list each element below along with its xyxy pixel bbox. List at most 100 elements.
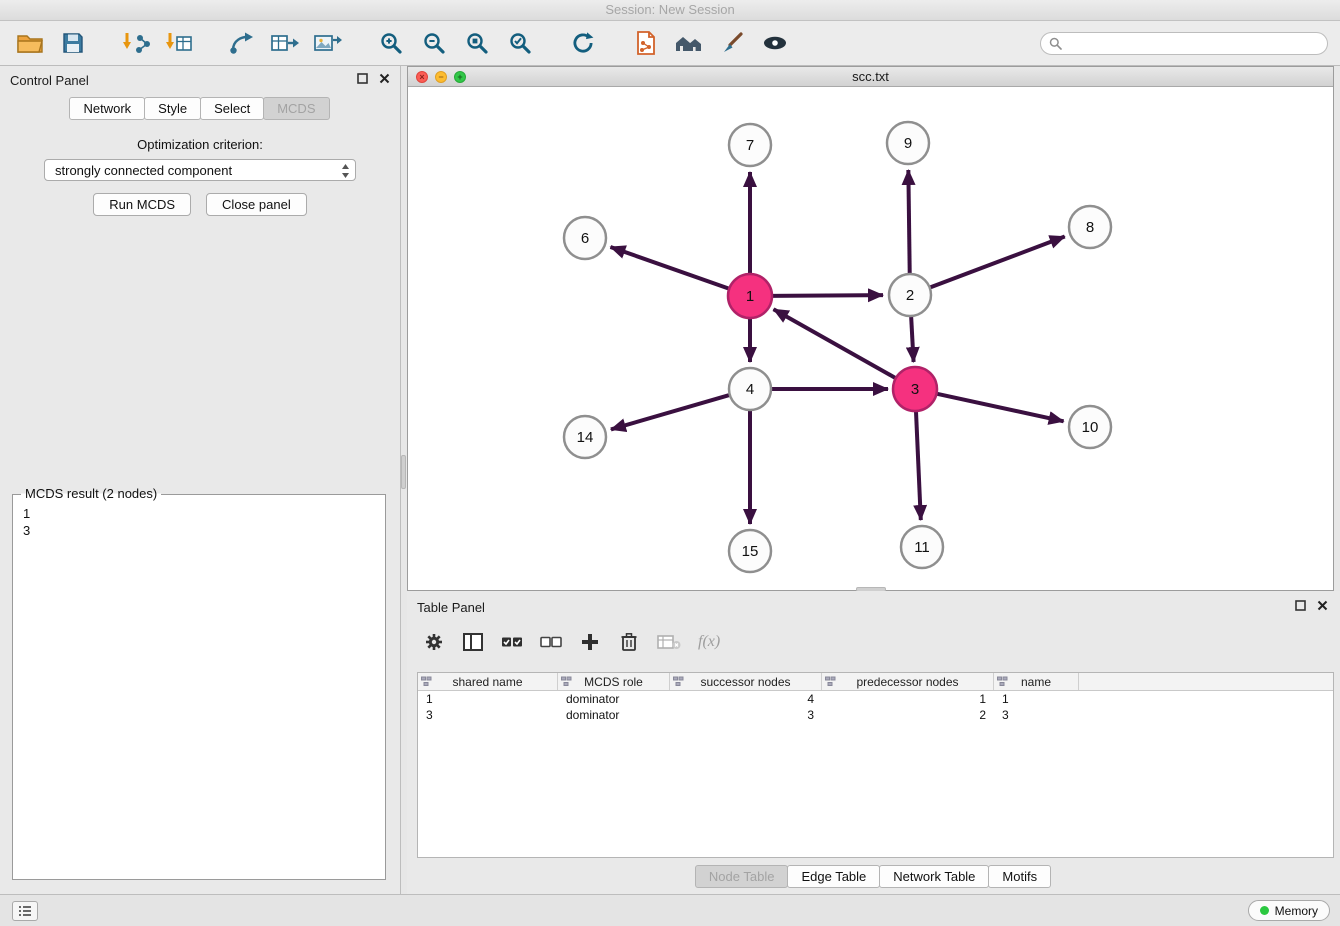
import-network-icon — [121, 30, 151, 56]
close-panel-icon[interactable] — [379, 73, 390, 84]
graph-edge-3-11[interactable] — [916, 411, 921, 520]
column-header-shared-name[interactable]: shared name — [418, 673, 558, 690]
main-toolbar — [0, 21, 1340, 66]
copy-view-button[interactable] — [628, 26, 664, 60]
graph-node-11[interactable]: 11 — [901, 526, 943, 568]
tab-network-table[interactable]: Network Table — [879, 865, 989, 888]
table-row[interactable]: 3dominator323 — [418, 707, 1333, 723]
graph-node-15[interactable]: 15 — [729, 530, 771, 572]
close-window-button[interactable] — [416, 71, 428, 83]
zoom-out-icon — [422, 31, 446, 55]
vertical-splitter-handle[interactable] — [401, 455, 406, 489]
export-image-icon — [313, 31, 343, 55]
maximize-window-button[interactable] — [454, 71, 466, 83]
graph-node-6[interactable]: 6 — [564, 217, 606, 259]
tab-style[interactable]: Style — [144, 97, 201, 120]
deselect-all-columns-button[interactable] — [540, 635, 562, 649]
function-builder-button[interactable]: f(x) — [698, 633, 720, 651]
memory-status-icon — [1260, 906, 1269, 915]
zoom-out-button[interactable] — [416, 26, 452, 60]
graph-node-4[interactable]: 4 — [729, 368, 771, 410]
control-panel-tabs: NetworkStyleSelectMCDS — [0, 97, 400, 120]
share-arrows-icon — [228, 31, 256, 55]
graph-node-10[interactable]: 10 — [1069, 406, 1111, 448]
node-table: shared nameMCDS rolesuccessor nodesprede… — [417, 672, 1334, 858]
table-panel-title: Table Panel — [417, 600, 485, 615]
delete-column-button[interactable] — [618, 632, 640, 652]
new-network-button[interactable] — [224, 26, 260, 60]
network-window-titlebar[interactable]: scc.txt — [408, 67, 1333, 87]
apply-layout-button[interactable] — [565, 26, 601, 60]
export-table-button[interactable] — [267, 26, 303, 60]
task-history-button[interactable] — [12, 901, 38, 921]
column-header-successor-nodes[interactable]: successor nodes — [670, 673, 822, 690]
plus-icon — [581, 633, 599, 651]
graph-node-3[interactable]: 3 — [893, 367, 937, 411]
table-row[interactable]: 1dominator411 — [418, 691, 1333, 707]
graph-node-label: 10 — [1082, 419, 1099, 436]
graph-edge-1-6[interactable] — [610, 247, 729, 289]
chevron-updown-icon — [341, 163, 350, 179]
graph-node-8[interactable]: 8 — [1069, 206, 1111, 248]
show-hide-button[interactable] — [757, 26, 793, 60]
graph-node-label: 6 — [581, 230, 589, 247]
graph-edge-1-2[interactable] — [772, 295, 883, 296]
graph-edge-4-14[interactable] — [611, 395, 729, 429]
graph-node-14[interactable]: 14 — [564, 416, 606, 458]
mcds-result-line: 1 — [23, 505, 375, 522]
column-header-MCDS-role[interactable]: MCDS role — [558, 673, 670, 690]
network-canvas[interactable]: 7 9 6 8 1 2 4 3 14 10 15 11 — [408, 87, 1333, 590]
style-brush-button[interactable] — [714, 26, 750, 60]
graph-edge-3-1[interactable] — [774, 309, 896, 378]
minimize-window-button[interactable] — [435, 71, 447, 83]
create-column-button[interactable] — [579, 633, 601, 651]
tab-node-table[interactable]: Node Table — [695, 865, 789, 888]
mcds-result-title: MCDS result (2 nodes) — [21, 486, 161, 501]
first-neighbors-button[interactable] — [671, 26, 707, 60]
import-table-icon — [164, 30, 194, 56]
graph-edge-2-3[interactable] — [911, 317, 913, 362]
tab-mcds[interactable]: MCDS — [263, 97, 329, 120]
criterion-select[interactable]: strongly connected component — [44, 159, 356, 181]
zoom-selected-button[interactable] — [502, 26, 538, 60]
graph-node-label: 15 — [742, 543, 759, 560]
graph-node-2[interactable]: 2 — [889, 274, 931, 316]
graph-node-label: 14 — [577, 429, 594, 446]
graph-edge-2-9[interactable] — [908, 170, 909, 273]
export-image-button[interactable] — [310, 26, 346, 60]
trash-icon — [620, 632, 638, 652]
select-all-columns-button[interactable] — [501, 635, 523, 649]
houses-icon — [674, 31, 704, 55]
tab-select[interactable]: Select — [200, 97, 264, 120]
float-panel-icon[interactable] — [357, 73, 368, 84]
float-panel-icon[interactable] — [1295, 600, 1306, 611]
search-box[interactable] — [1040, 32, 1328, 55]
column-selector-button[interactable] — [462, 633, 484, 651]
tab-motifs[interactable]: Motifs — [988, 865, 1051, 888]
memory-button[interactable]: Memory — [1248, 900, 1330, 921]
close-panel-icon[interactable] — [1317, 600, 1328, 611]
import-network-button[interactable] — [118, 26, 154, 60]
graph-node-9[interactable]: 9 — [887, 122, 929, 164]
search-input[interactable] — [1067, 36, 1319, 50]
zoom-fit-button[interactable] — [459, 26, 495, 60]
table-cell: 1 — [418, 691, 558, 707]
open-session-button[interactable] — [12, 26, 48, 60]
import-table-button[interactable] — [161, 26, 197, 60]
tab-network[interactable]: Network — [69, 97, 145, 120]
zoom-in-button[interactable] — [373, 26, 409, 60]
graph-edge-2-8[interactable] — [931, 237, 1065, 288]
graph-node-1[interactable]: 1 — [728, 274, 772, 318]
column-header-name[interactable]: name — [994, 673, 1079, 690]
tab-edge-table[interactable]: Edge Table — [787, 865, 880, 888]
graph-node-7[interactable]: 7 — [729, 124, 771, 166]
run-mcds-button[interactable]: Run MCDS — [93, 193, 191, 216]
column-header-predecessor-nodes[interactable]: predecessor nodes — [822, 673, 994, 690]
delete-table-button[interactable] — [657, 634, 681, 650]
graph-edge-3-10[interactable] — [936, 394, 1063, 422]
table-settings-button[interactable] — [423, 632, 445, 652]
close-panel-button[interactable]: Close panel — [206, 193, 307, 216]
zoom-fit-icon — [465, 31, 489, 55]
table-cell: 3 — [994, 707, 1079, 723]
save-session-button[interactable] — [55, 26, 91, 60]
